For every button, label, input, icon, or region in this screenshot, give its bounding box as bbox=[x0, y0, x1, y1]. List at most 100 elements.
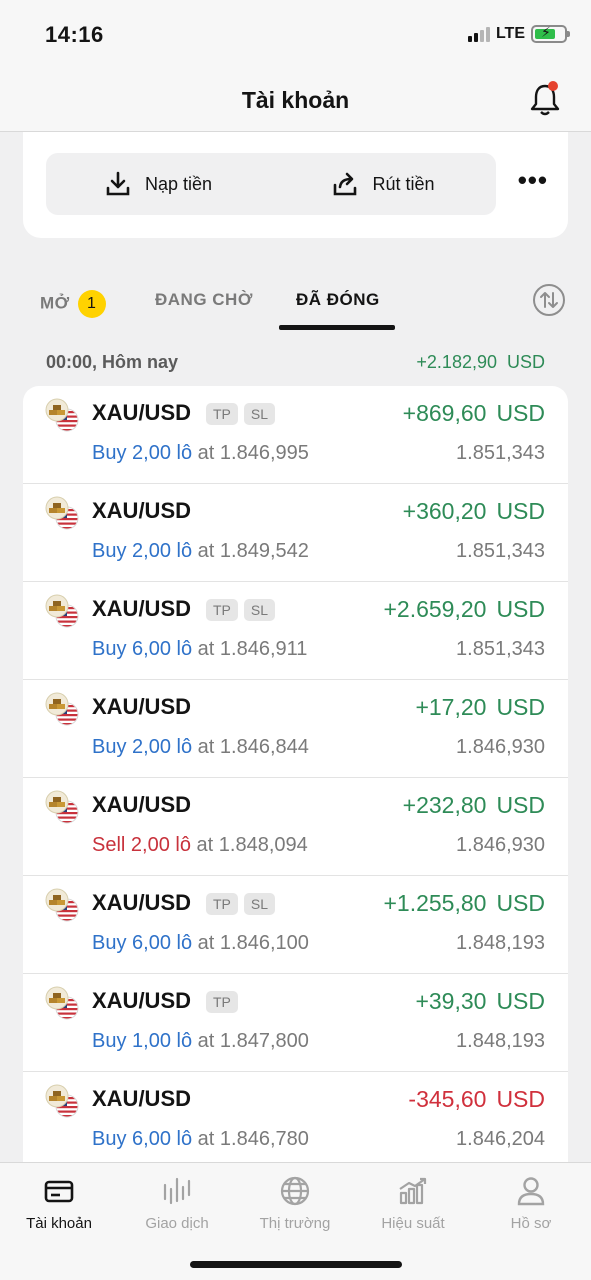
status-bar: 14:16 LTE ⚡ bbox=[0, 0, 591, 70]
trade-detail: Buy 6,00 lô at 1.846,911 bbox=[92, 638, 307, 661]
day-total-currency: USD bbox=[506, 352, 545, 372]
nav-performance-label: Hiệu suất bbox=[381, 1215, 445, 1232]
trade-profit: +17,20 USD bbox=[415, 694, 545, 721]
chart-icon bbox=[399, 1177, 427, 1205]
nav-markets[interactable]: Thị trường bbox=[236, 1175, 354, 1232]
trade-at-label: at bbox=[197, 736, 215, 758]
trade-row[interactable]: XAU/USD TP SL +2.659,20 USD Buy 6,00 lô at 1.… bbox=[23, 582, 568, 680]
trade-row[interactable]: XAU/USD +17,20 USD Buy 2,00 lô at 1.846,844… bbox=[23, 680, 568, 778]
signal-icon bbox=[467, 26, 490, 42]
trade-symbol: XAU/USD bbox=[92, 792, 192, 817]
trade-side: Buy bbox=[92, 1128, 127, 1150]
trade-symbol: XAU/USD bbox=[92, 400, 192, 425]
trade-at-label: at bbox=[197, 638, 215, 660]
tag-tp: TP bbox=[206, 599, 238, 621]
app-header: Tài khoản bbox=[0, 70, 591, 132]
trade-lots: 6,00 lô bbox=[132, 932, 193, 954]
trade-profit-currency: USD bbox=[496, 694, 545, 720]
trade-detail: Buy 2,00 lô at 1.846,844 bbox=[92, 736, 309, 759]
withdraw-label: Rút tiền bbox=[372, 173, 435, 194]
trade-row[interactable]: XAU/USD +360,20 USD Buy 2,00 lô at 1.849,54… bbox=[23, 484, 568, 582]
trade-side: Buy bbox=[92, 442, 127, 464]
trade-profit-value: +2.659,20 bbox=[383, 596, 487, 622]
trade-detail: Buy 2,00 lô at 1.849,542 bbox=[92, 540, 309, 563]
bottom-navigation: Tài khoản Giao dịch Thị trường Hiệu suất bbox=[0, 1162, 591, 1280]
trade-open-price: 1.846,100 bbox=[219, 932, 309, 954]
trade-at-label: at bbox=[197, 442, 215, 464]
nav-account-label: Tài khoản bbox=[26, 1215, 92, 1232]
trade-profit-value: +869,60 bbox=[402, 400, 487, 426]
trade-lots: 2,00 lô bbox=[132, 540, 193, 562]
trade-at-label: at bbox=[196, 834, 214, 856]
trade-close-price: 1.846,930 bbox=[456, 834, 545, 856]
person-icon bbox=[517, 1177, 545, 1206]
trade-row[interactable]: XAU/USD -345,60 USD Buy 6,00 lô at 1.846,78… bbox=[23, 1072, 568, 1166]
gold-usd-flag-icon bbox=[45, 790, 79, 824]
account-actions-card: Nạp tiền Rút tiền ••• bbox=[23, 132, 568, 238]
trade-at-label: at bbox=[197, 1030, 215, 1052]
trade-open-price: 1.846,995 bbox=[219, 442, 309, 464]
more-options-icon[interactable]: ••• bbox=[518, 167, 548, 193]
trade-open-price: 1.846,911 bbox=[219, 638, 308, 660]
trade-row[interactable]: XAU/USD TP SL +1.255,80 USD Buy 6,00 lô at 1.… bbox=[23, 876, 568, 974]
trade-profit: +2.659,20 USD bbox=[383, 596, 545, 623]
nav-trade[interactable]: Giao dịch bbox=[118, 1175, 236, 1232]
trade-close-price: 1.848,193 bbox=[456, 1030, 545, 1052]
gold-usd-flag-icon bbox=[45, 594, 79, 628]
trade-profit-currency: USD bbox=[496, 988, 545, 1014]
notification-bell-icon[interactable] bbox=[529, 81, 561, 117]
nav-profile[interactable]: Hồ sơ bbox=[472, 1175, 590, 1232]
gold-usd-flag-icon bbox=[45, 1084, 79, 1118]
nav-performance[interactable]: Hiệu suất bbox=[354, 1175, 472, 1232]
sort-icon[interactable] bbox=[533, 284, 565, 316]
trade-detail: Sell 2,00 lô at 1.848,094 bbox=[92, 834, 308, 857]
gold-usd-flag-icon bbox=[45, 398, 79, 432]
nav-profile-label: Hồ sơ bbox=[510, 1215, 552, 1232]
active-tab-indicator bbox=[279, 325, 395, 330]
tab-open[interactable]: MỞ 1 bbox=[40, 290, 106, 318]
deposit-button[interactable]: Nạp tiền bbox=[46, 153, 271, 215]
trade-tags: TP SL bbox=[206, 599, 276, 621]
battery-icon: ⚡ bbox=[531, 24, 570, 43]
open-count-badge: 1 bbox=[77, 290, 106, 318]
trade-close-price: 1.851,343 bbox=[456, 638, 545, 660]
trade-open-price: 1.846,780 bbox=[219, 1128, 309, 1150]
trade-lots: 2,00 lô bbox=[132, 736, 193, 758]
trade-profit-value: +1.255,80 bbox=[383, 890, 487, 916]
trade-close-price: 1.848,193 bbox=[456, 932, 545, 954]
trade-lots: 6,00 lô bbox=[132, 638, 193, 660]
trade-row[interactable]: XAU/USD TP SL +869,60 USD Buy 2,00 lô at 1.84… bbox=[23, 386, 568, 484]
trade-row[interactable]: XAU/USD +232,80 USD Sell 2,00 lô at 1.848,0… bbox=[23, 778, 568, 876]
trade-side: Buy bbox=[92, 540, 127, 562]
trade-profit-value: +39,30 bbox=[415, 988, 487, 1014]
trade-side: Sell bbox=[92, 834, 126, 856]
day-group-header: 00:00, Hôm nay +2.182,90 USD bbox=[46, 352, 545, 373]
trade-profit-currency: USD bbox=[496, 498, 545, 524]
tag-sl: SL bbox=[243, 403, 276, 425]
trade-at-label: at bbox=[197, 932, 215, 954]
trade-open-price: 1.847,800 bbox=[219, 1030, 309, 1052]
tab-pending[interactable]: ĐANG CHỜ bbox=[155, 290, 253, 310]
trade-profit-value: +232,80 bbox=[402, 792, 487, 818]
nav-trade-label: Giao dịch bbox=[145, 1215, 209, 1232]
day-total-value: +2.182,90 bbox=[416, 352, 497, 372]
page-title: Tài khoản bbox=[241, 87, 350, 113]
trade-profit-currency: USD bbox=[496, 890, 545, 916]
trade-at-label: at bbox=[197, 1128, 215, 1150]
withdraw-button[interactable]: Rút tiền bbox=[271, 153, 496, 215]
trade-side: Buy bbox=[92, 638, 127, 660]
trade-open-price: 1.846,844 bbox=[219, 736, 309, 758]
trade-close-price: 1.851,343 bbox=[456, 540, 545, 562]
network-label: LTE bbox=[495, 25, 525, 42]
nav-account[interactable]: Tài khoản bbox=[0, 1175, 118, 1232]
tag-sl: SL bbox=[243, 893, 276, 915]
wallet-icon bbox=[44, 1180, 74, 1203]
trade-side: Buy bbox=[92, 736, 127, 758]
tab-open-label: MỞ bbox=[40, 293, 70, 313]
day-label: 00:00, Hôm nay bbox=[46, 352, 179, 372]
trade-symbol: XAU/USD bbox=[92, 890, 192, 915]
gold-usd-flag-icon bbox=[45, 986, 79, 1020]
trade-profit-currency: USD bbox=[496, 596, 545, 622]
tab-closed[interactable]: ĐÃ ĐÓNG bbox=[296, 290, 380, 310]
trade-row[interactable]: XAU/USD TP +39,30 USD Buy 1,00 lô at 1.847,8… bbox=[23, 974, 568, 1072]
